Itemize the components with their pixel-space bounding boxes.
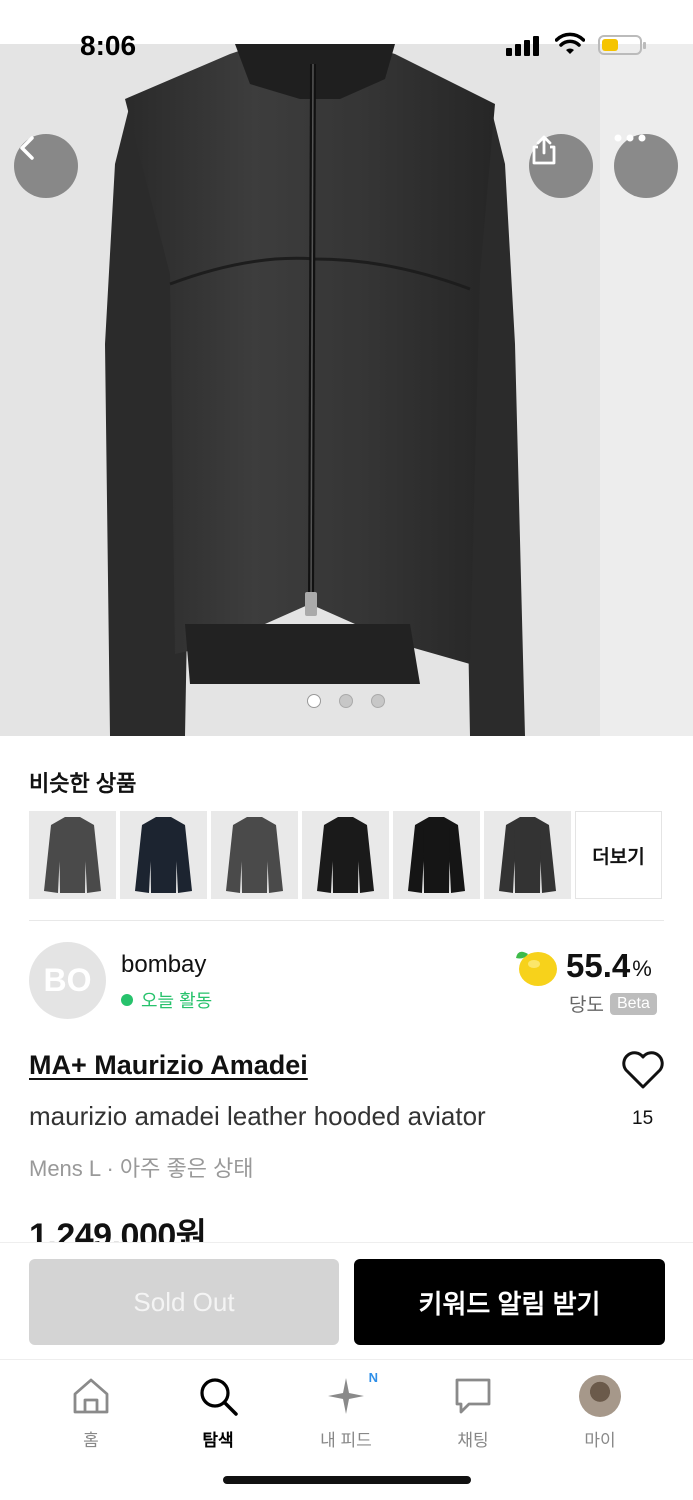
rating-label-row: 당도 Beta [569, 990, 657, 1017]
back-button[interactable] [14, 134, 78, 198]
pager-dot-3[interactable] [371, 694, 385, 708]
ellipsis-icon [614, 134, 646, 142]
wifi-icon [555, 32, 585, 54]
profile-avatar [579, 1375, 621, 1417]
tab-my[interactable]: 마이 [540, 1374, 660, 1451]
seller-avatar[interactable]: BO [29, 942, 106, 1019]
sweetness-rating[interactable]: 55.4 % [514, 944, 652, 988]
share-button[interactable] [529, 134, 593, 198]
similar-item-5[interactable] [393, 811, 480, 899]
online-dot-icon [121, 994, 133, 1006]
similar-items-title: 비슷한 상품 [29, 771, 137, 796]
rating-unit: % [632, 956, 652, 981]
chat-bubble-icon [455, 1378, 491, 1414]
tab-feed-label: 내 피드 [320, 1431, 372, 1450]
jacket-photo [0, 44, 693, 736]
status-bar: 8:06 [0, 0, 693, 61]
more-options-button[interactable] [614, 134, 678, 198]
home-indicator [223, 1476, 471, 1484]
image-pager-dots[interactable] [307, 694, 385, 708]
share-icon [532, 135, 556, 165]
heart-icon[interactable] [620, 1049, 666, 1091]
product-meta: Mens L · 아주 좋은 상태 [29, 1156, 254, 1181]
search-icon [200, 1378, 238, 1416]
tab-chat-label: 채팅 [457, 1431, 489, 1450]
rating-label: 당도 [569, 995, 604, 1016]
beta-badge: Beta [609, 992, 657, 1015]
seller-activity-label: 오늘 활동 [141, 991, 213, 1011]
similar-item-4[interactable] [302, 811, 389, 899]
similar-item-1[interactable] [29, 811, 116, 899]
seller-activity: 오늘 활동 [121, 987, 212, 1013]
tab-home[interactable]: 홈 [31, 1374, 151, 1451]
tab-my-label: 마이 [584, 1431, 616, 1450]
similar-item-3[interactable] [211, 811, 298, 899]
battery-icon [598, 35, 646, 55]
tab-explore[interactable]: 탐색 [158, 1374, 278, 1451]
product-title: maurizio amadei leather hooded aviator [29, 1101, 486, 1131]
similar-item-6[interactable] [484, 811, 571, 899]
rating-value: 55.4 [566, 947, 631, 984]
see-more-button[interactable]: 더보기 [575, 811, 662, 899]
home-icon [73, 1378, 109, 1414]
action-bar: Sold Out 키워드 알림 받기 [0, 1242, 693, 1360]
seller-name[interactable]: bombay [121, 951, 206, 979]
sold-out-button: Sold Out [29, 1259, 339, 1345]
tab-home-label: 홈 [83, 1431, 99, 1450]
tab-feed[interactable]: N 내 피드 [286, 1370, 406, 1451]
sparkle-icon [328, 1378, 364, 1414]
brand-link[interactable]: MA+ Maurizio Amadei [29, 1050, 308, 1081]
pager-dot-2[interactable] [339, 694, 353, 708]
status-time: 8:06 [80, 30, 137, 61]
tab-explore-label: 탐색 [202, 1431, 234, 1450]
similar-item-2[interactable] [120, 811, 207, 899]
divider [29, 920, 664, 921]
lemon-icon [516, 951, 557, 986]
chevron-left-icon [20, 136, 34, 160]
keyword-alert-button[interactable]: 키워드 알림 받기 [354, 1259, 665, 1345]
pager-dot-1[interactable] [307, 694, 321, 708]
similar-items-list: 더보기 [29, 811, 662, 899]
cellular-signal-icon [506, 36, 539, 56]
feed-new-badge: N [368, 1370, 378, 1385]
product-image[interactable] [0, 44, 693, 736]
tab-chat[interactable]: 채팅 [413, 1374, 533, 1451]
like-count: 15 [632, 1108, 654, 1129]
